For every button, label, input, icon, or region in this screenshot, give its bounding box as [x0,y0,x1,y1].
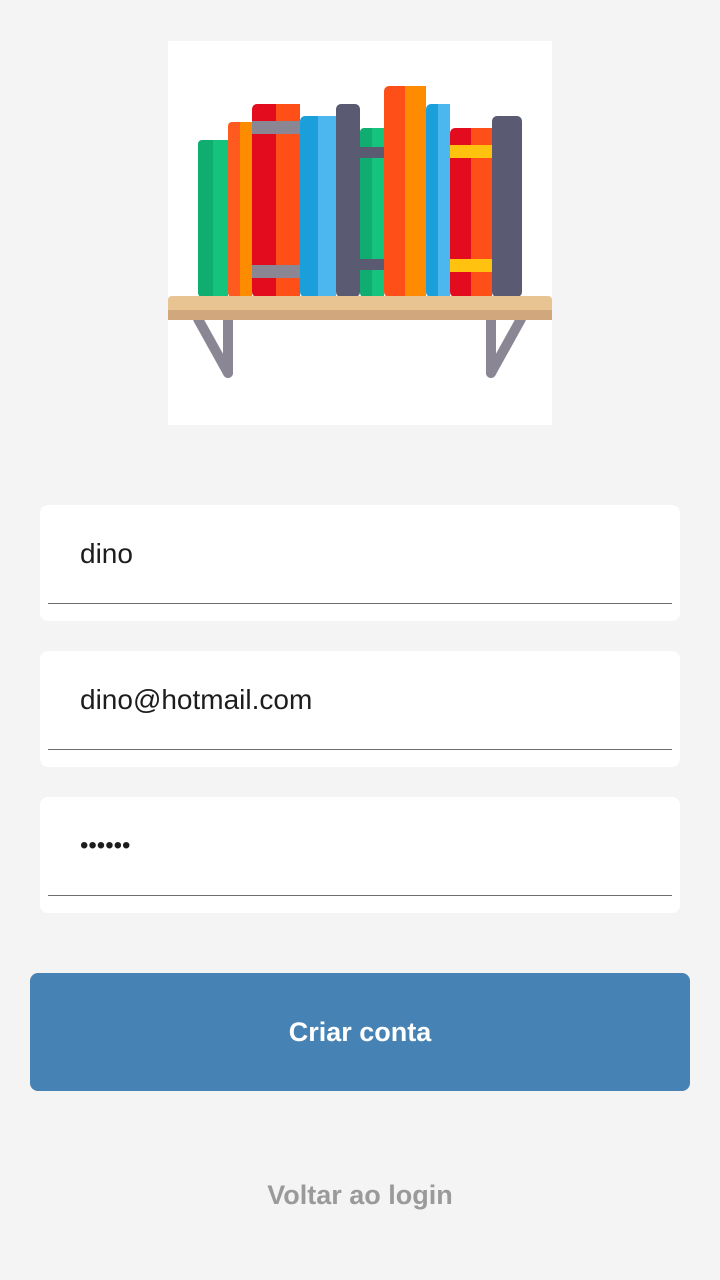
bookshelf-logo [168,41,552,425]
email-field-container [40,651,680,767]
username-input[interactable] [48,505,672,604]
create-account-button[interactable]: Criar conta [30,973,690,1091]
bookshelf-icon [168,86,552,378]
email-input[interactable] [48,651,672,750]
username-field-container [40,505,680,621]
password-field-container [40,797,680,913]
password-input[interactable] [48,797,672,896]
back-to-login-link[interactable]: Voltar ao login [0,1180,720,1211]
